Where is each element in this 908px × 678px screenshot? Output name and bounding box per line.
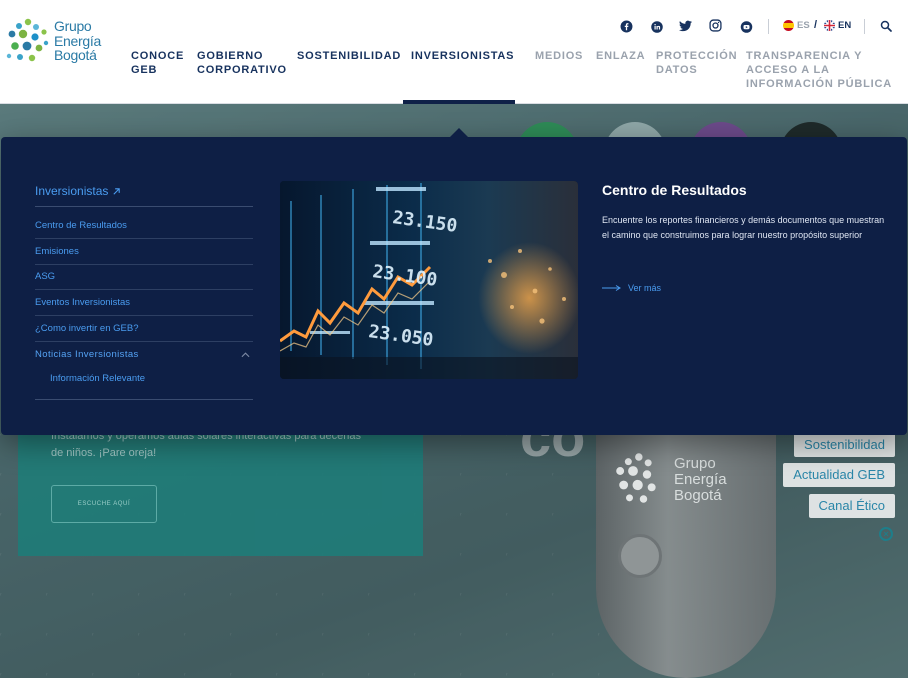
featured-description: Encuentre los reportes financieros y dem…	[602, 215, 885, 240]
nav-transparencia-line1: TRANSPARENCIA Y	[746, 50, 863, 62]
logo-wordmark: Grupo Energía Bogotá	[54, 19, 101, 63]
side-tag-sostenibilidad[interactable]: Sostenibilidad	[794, 433, 895, 457]
nav-medios[interactable]: MEDIOS	[535, 49, 583, 63]
mic-logo-line-3: Bogotá	[674, 487, 722, 504]
nav-transparencia-line2: ACCESO A LA	[746, 64, 830, 76]
nav-transparencia[interactable]: TRANSPARENCIA Y ACCESO A LA INFORMACIÓN …	[746, 49, 892, 91]
mic-geb-logo: Grupo Energía Bogotá	[612, 450, 752, 520]
menu-link-centro-resultados[interactable]: Centro de Resultados	[35, 213, 253, 239]
chevron-up-icon[interactable]	[241, 342, 251, 368]
facebook-icon[interactable]	[617, 17, 635, 35]
mic-logo-line-1: Grupo	[674, 455, 716, 472]
language-es-label: ES	[797, 20, 810, 31]
nav-enlaza-label: ENLAZA	[596, 50, 646, 62]
menu-link-noticias[interactable]: Noticias Inversionistas	[35, 342, 253, 368]
language-en-label: EN	[838, 20, 852, 31]
menu-link-como-invertir[interactable]: ¿Como invertir en GEB?	[35, 316, 253, 342]
mic-logo-dots-icon	[616, 453, 656, 503]
nav-sostenibilidad[interactable]: SOSTENIBILIDAD	[297, 49, 401, 63]
menu-link-asg[interactable]: ASG	[35, 264, 253, 290]
nav-inversionistas[interactable]: INVERSIONISTAS	[411, 49, 514, 63]
logo-line-3: Bogotá	[54, 47, 97, 63]
nav-medios-label: MEDIOS	[535, 50, 584, 62]
mega-menu-title-label: Inversionistas	[35, 184, 109, 198]
listen-here-button[interactable]: ESCUCHE AQUÍ	[51, 485, 157, 523]
site-header: Grupo Energía Bogotá ES / EN CONOCE GEB …	[0, 0, 908, 104]
nav-conoce-geb-line1: CONOCE	[131, 50, 185, 62]
mic-logo-line-2: Energía	[674, 471, 727, 488]
menu-link-noticias-label: Noticias Inversionistas	[35, 349, 139, 360]
external-arrow-icon	[113, 187, 121, 195]
nav-inversionistas-label: INVERSIONISTAS	[411, 50, 515, 62]
mic-logo-wordmark: Grupo Energía Bogotá	[674, 456, 727, 504]
geb-logo-dots-icon	[6, 18, 49, 62]
instagram-icon[interactable]	[706, 16, 724, 34]
uk-flag-icon	[824, 20, 835, 31]
nav-gobierno-line2: CORPORATIVO	[197, 64, 287, 76]
logo-line-2: Energía	[54, 32, 101, 49]
mega-menu-caret-icon	[449, 128, 469, 138]
menu-link-eventos[interactable]: Eventos Inversionistas	[35, 290, 253, 316]
nav-proteccion-line1: PROTECCIÓN	[656, 50, 738, 62]
nav-gobierno-corporativo[interactable]: GOBIERNO CORPORATIVO	[197, 49, 287, 77]
side-tag-canal-etico[interactable]: Canal Ético	[808, 494, 895, 518]
mic-knob	[618, 534, 662, 578]
mega-menu-bottom-divider	[35, 399, 253, 400]
utility-divider	[768, 19, 769, 34]
stock-market-image: 23.150 23.100 23.050	[280, 181, 578, 379]
featured-see-more-link[interactable]: Ver más	[602, 283, 661, 293]
utility-divider	[864, 19, 865, 34]
mega-menu-title[interactable]: Inversionistas	[35, 184, 121, 198]
featured-title: Centro de Resultados	[602, 182, 747, 198]
language-en[interactable]: EN	[824, 20, 851, 31]
nav-sostenibilidad-label: SOSTENIBILIDAD	[297, 50, 402, 62]
nav-active-indicator	[403, 100, 515, 104]
logo-line-1: Grupo	[54, 18, 92, 34]
nav-gobierno-line1: GOBIERNO	[197, 50, 264, 62]
nav-conoce-geb-line2: GEB	[131, 64, 158, 76]
nav-proteccion-datos[interactable]: PROTECCIÓN DATOS	[656, 49, 737, 77]
menu-sublink-informacion-relevante[interactable]: Información Relevante	[50, 373, 145, 384]
menu-link-emisiones[interactable]: Emisiones	[35, 239, 253, 265]
geb-logo[interactable]: Grupo Energía Bogotá	[6, 16, 106, 66]
nav-transparencia-line3: INFORMACIÓN PÚBLICA	[746, 78, 892, 90]
youtube-icon[interactable]	[737, 18, 755, 36]
language-separator: /	[814, 19, 818, 31]
stock-ticker-illustration: 23.150 23.100 23.050	[280, 181, 578, 379]
investors-mega-menu: Inversionistas Centro de Resultados Emis…	[1, 137, 907, 435]
nav-conoce-geb[interactable]: CONOCE GEB	[131, 49, 184, 77]
close-tags-icon[interactable]: ×	[879, 527, 893, 541]
linkedin-icon[interactable]	[648, 18, 666, 36]
arrow-right-icon	[602, 285, 621, 291]
twitter-icon[interactable]	[676, 17, 694, 35]
featured-see-more-label: Ver más	[628, 283, 662, 293]
mega-menu-title-divider	[35, 206, 253, 207]
side-tag-actualidad-geb[interactable]: Actualidad GEB	[783, 463, 895, 487]
search-icon[interactable]	[877, 17, 895, 35]
spain-flag-icon	[783, 20, 794, 31]
nav-enlaza[interactable]: ENLAZA	[596, 49, 645, 63]
language-es[interactable]: ES	[783, 20, 810, 31]
nav-proteccion-line2: DATOS	[656, 64, 698, 76]
